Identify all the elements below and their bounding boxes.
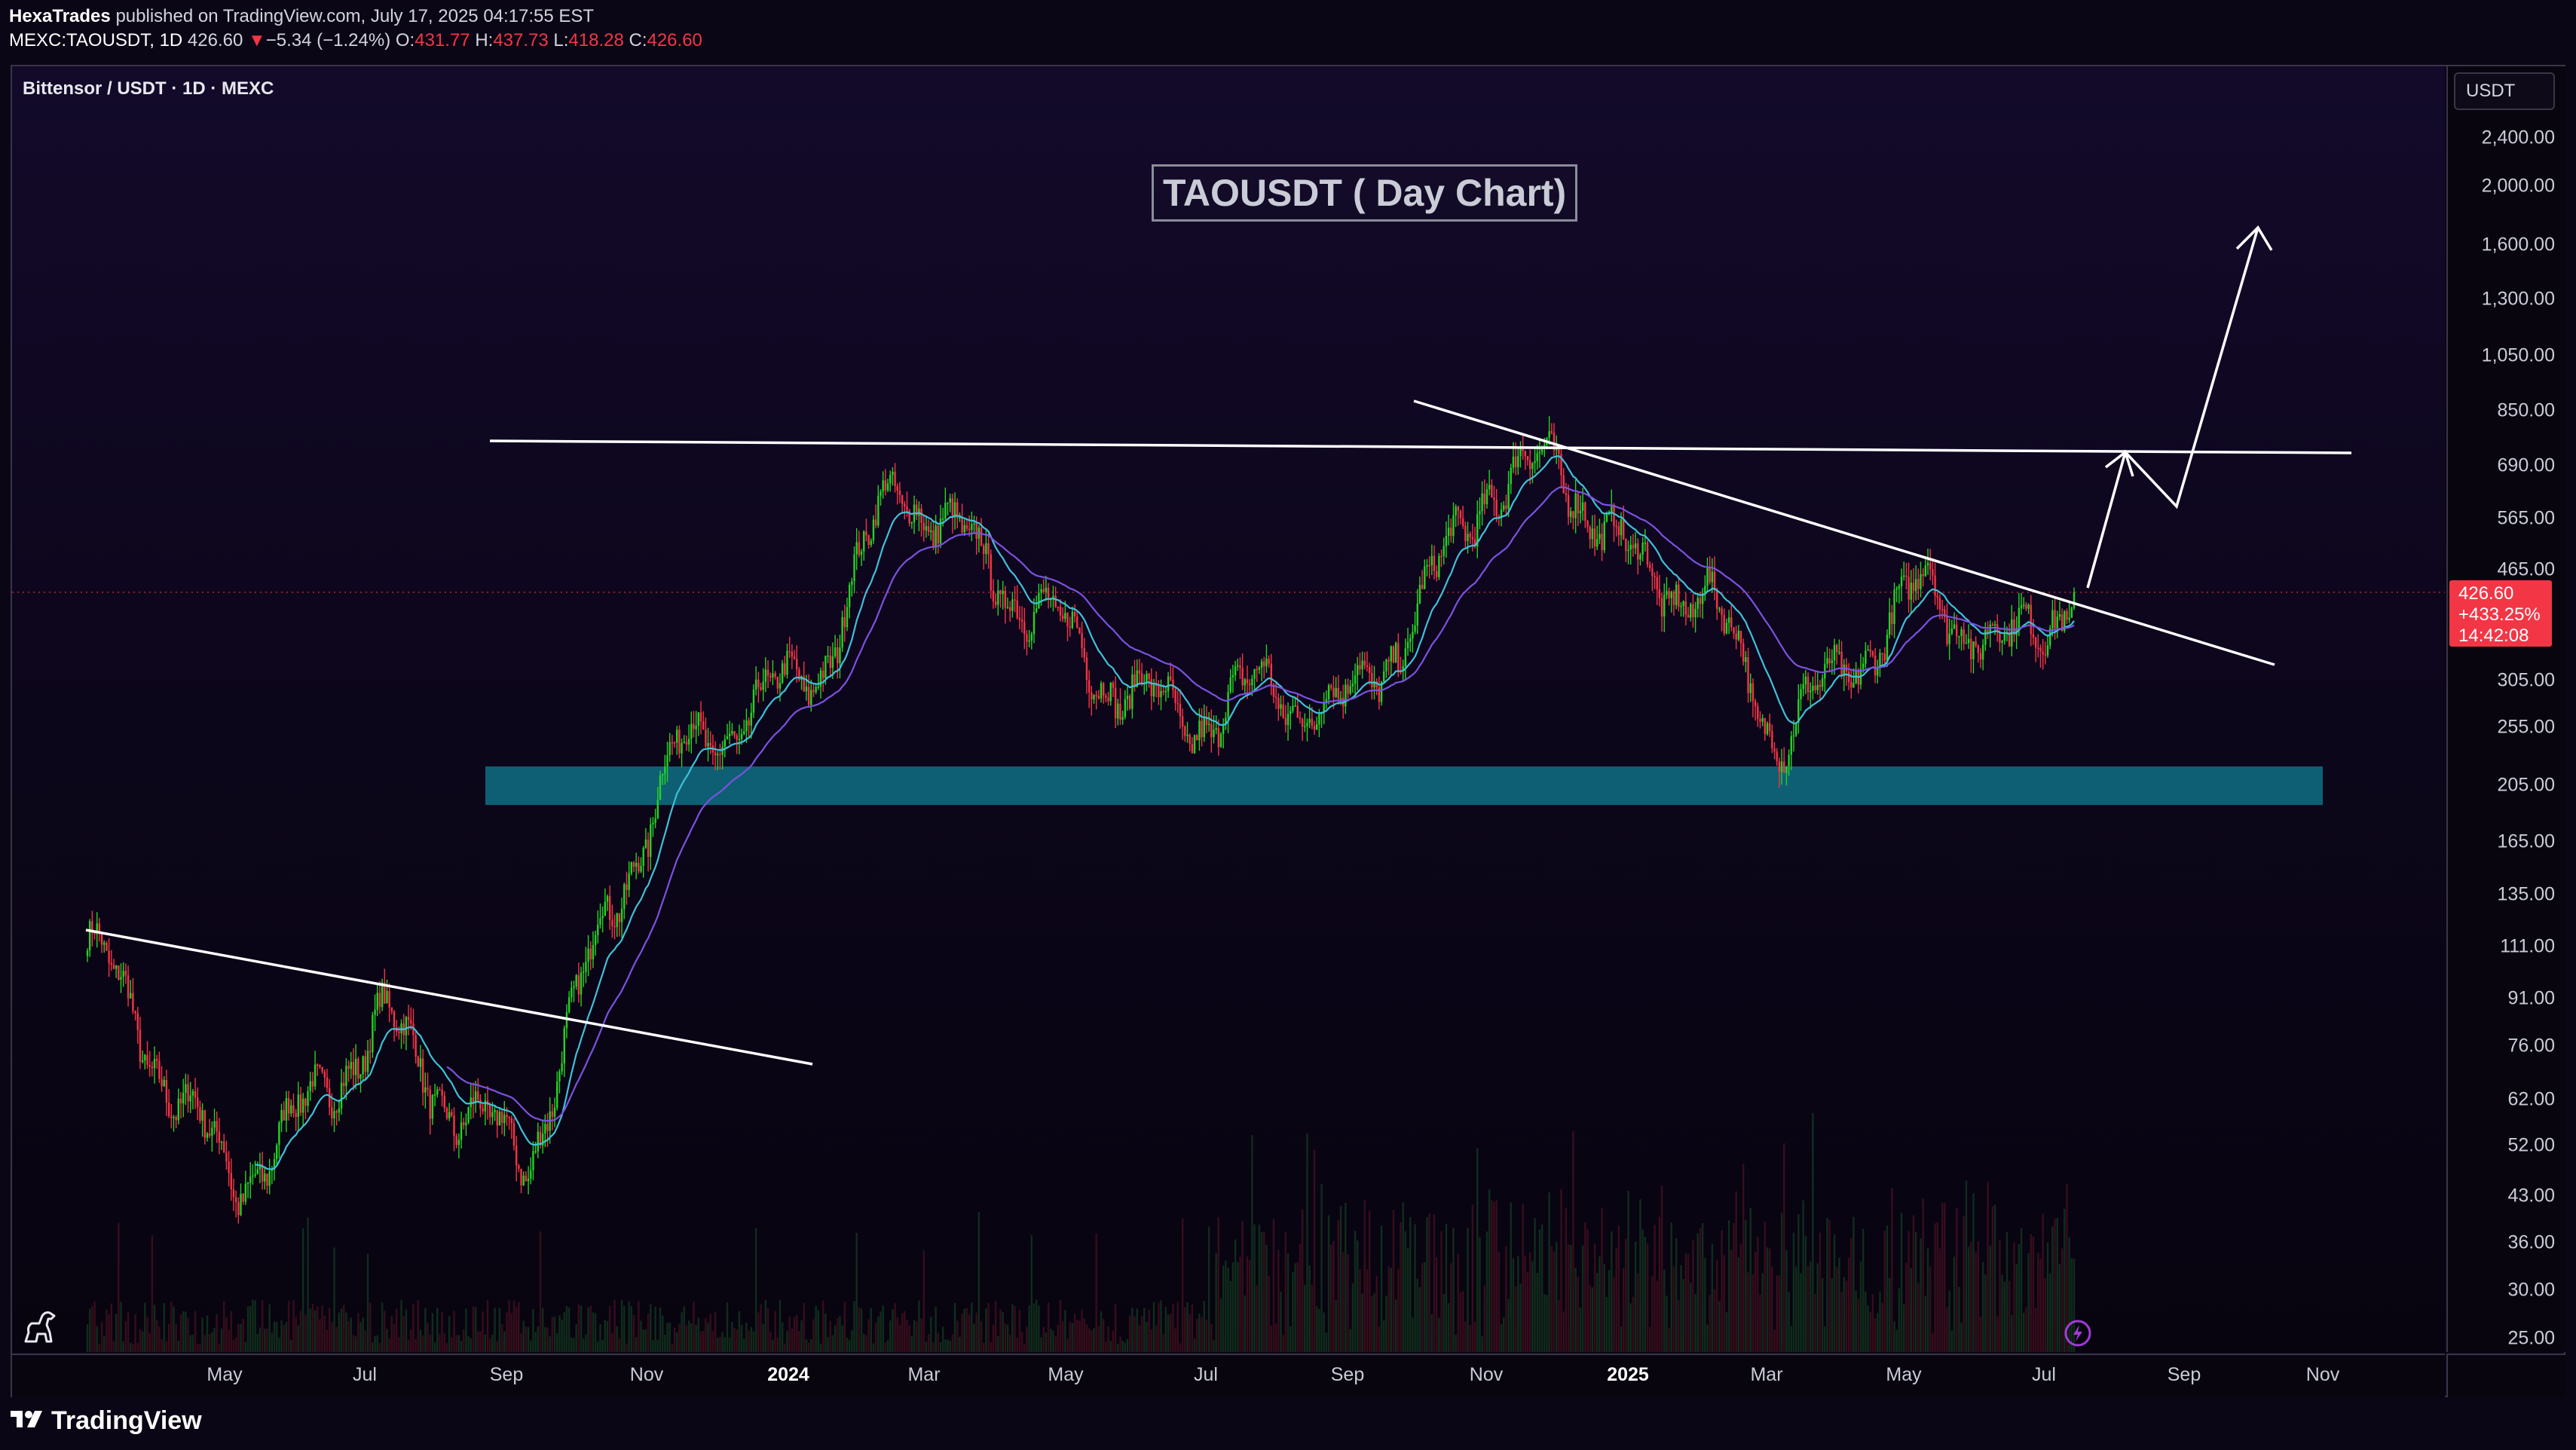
time-tick-label: 2025 — [1607, 1364, 1649, 1385]
price-tick-label: 76.00 — [2507, 1035, 2555, 1057]
time-tick-label: Mar — [1750, 1364, 1783, 1385]
price-tick-label: 2,000.00 — [2481, 175, 2555, 197]
open-label: O: — [395, 30, 415, 50]
time-tick-label: May — [1886, 1364, 1922, 1385]
time-tick-label: Nov — [2305, 1364, 2340, 1385]
brand-text: TradingView — [51, 1406, 202, 1435]
badge-price: 426.60 — [2458, 583, 2514, 604]
price-change: −5.34 (−1.24%) — [265, 30, 391, 50]
header-bar: HexaTrades published on TradingView.com,… — [0, 0, 2576, 63]
publisher-line: HexaTrades published on TradingView.com,… — [9, 6, 594, 27]
badge-change: +433.25% — [2458, 604, 2541, 625]
time-tick-label: Nov — [1469, 1364, 1504, 1385]
price-tick-label: 1,300.00 — [2481, 288, 2555, 310]
price-tick-label: 850.00 — [2497, 399, 2555, 421]
footer — [0, 1399, 2576, 1450]
time-tick-label: Mar — [907, 1364, 941, 1385]
price-tick-label: 52.00 — [2507, 1134, 2555, 1156]
time-tick-label: Sep — [1330, 1364, 1365, 1385]
price-tick-label: 690.00 — [2497, 454, 2555, 476]
time-tick-label: Sep — [2167, 1364, 2201, 1385]
price-tick-label: 30.00 — [2507, 1279, 2555, 1301]
price-tick-label: 465.00 — [2497, 558, 2555, 580]
symbol-name: MEXC:TAOUSDT, 1D — [9, 30, 183, 50]
last-price-badge: 426.60 +433.25% 14:42:08 — [2449, 580, 2552, 647]
chart-pane[interactable] — [12, 66, 2445, 1352]
dinosaur-icon[interactable] — [21, 1310, 60, 1344]
time-tick-label: May — [207, 1364, 243, 1385]
price-tick-label: 135.00 — [2497, 883, 2555, 905]
price-tick-label: 1,050.00 — [2481, 344, 2555, 366]
price-tick-label: 111.00 — [2500, 935, 2555, 957]
price-tick-label: 43.00 — [2507, 1185, 2555, 1207]
time-tick-label: 2024 — [767, 1364, 809, 1385]
price-tick-label: 2,400.00 — [2481, 127, 2555, 148]
low-value: 418.28 — [568, 30, 624, 50]
time-axis[interactable] — [12, 1354, 2445, 1397]
currency-button[interactable]: USDT — [2454, 72, 2555, 110]
open-value: 431.77 — [415, 30, 470, 50]
time-tick-label: Jul — [2032, 1364, 2056, 1385]
price-tick-label: 25.00 — [2507, 1327, 2555, 1349]
time-tick-label: Sep — [489, 1364, 524, 1385]
price-tick-label: 91.00 — [2507, 987, 2555, 1009]
time-tick-label: Jul — [353, 1364, 377, 1385]
flash-icon[interactable] — [2064, 1319, 2092, 1348]
down-arrow-icon: ▼ — [248, 30, 266, 50]
close-label: C: — [629, 30, 647, 50]
price-tick-label: 1,600.00 — [2481, 234, 2555, 255]
tradingview-brand[interactable]: TradingView — [9, 1406, 202, 1436]
close-value: 426.60 — [647, 30, 702, 50]
author-name[interactable]: HexaTrades — [9, 6, 111, 26]
axis-corner — [2446, 1354, 2565, 1397]
price-tick-label: 255.00 — [2497, 716, 2555, 738]
last-price: 426.60 — [187, 30, 243, 50]
price-tick-label: 205.00 — [2497, 774, 2555, 796]
badge-countdown: 14:42:08 — [2458, 626, 2529, 646]
price-tick-label: 36.00 — [2507, 1231, 2555, 1253]
high-value: 437.73 — [493, 30, 549, 50]
chart-annotation-title[interactable]: TAOUSDT ( Day Chart) — [1152, 164, 1578, 222]
time-tick-label: Nov — [629, 1364, 664, 1385]
published-text: published on TradingView.com, July 17, 2… — [115, 6, 595, 26]
time-tick-label: Jul — [1194, 1364, 1218, 1385]
price-tick-label: 305.00 — [2497, 669, 2555, 691]
low-label: L: — [553, 30, 569, 50]
price-axis[interactable] — [2446, 66, 2565, 1352]
chart-symbol-title[interactable]: Bittensor / USDT · 1D · MEXC — [23, 78, 274, 99]
time-tick-label: May — [1048, 1364, 1084, 1385]
price-tick-label: 62.00 — [2507, 1088, 2555, 1110]
price-tick-label: 165.00 — [2497, 831, 2555, 852]
high-label: H: — [475, 30, 494, 50]
quote-line: MEXC:TAOUSDT, 1D 426.60 ▼−5.34 (−1.24%) … — [9, 30, 702, 51]
tradingview-logo-icon — [9, 1407, 44, 1435]
price-tick-label: 565.00 — [2497, 507, 2555, 529]
